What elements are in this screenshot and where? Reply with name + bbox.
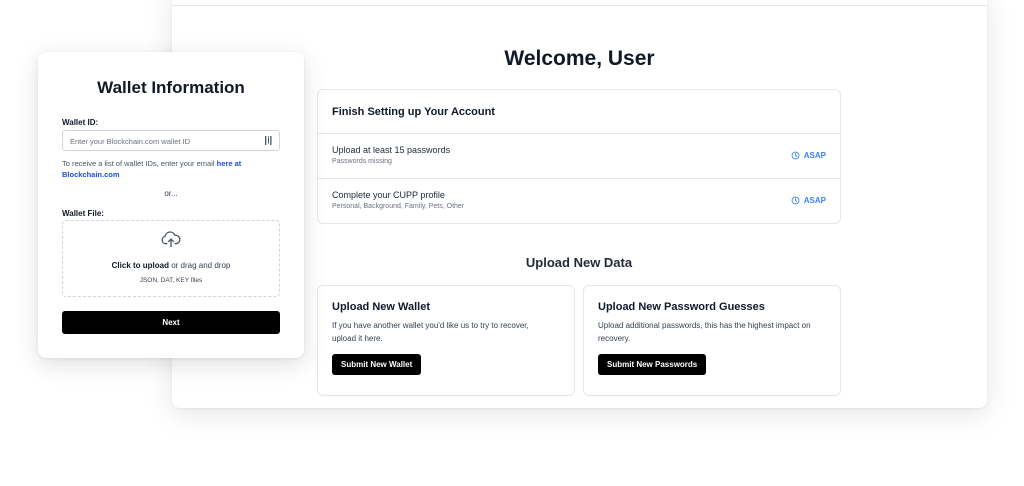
asap-badge[interactable]: ASAP <box>791 196 826 205</box>
clock-icon <box>791 151 800 160</box>
wallet-form-title: Wallet Information <box>97 78 245 97</box>
dropzone-formats: JSON, DAT, KEY files <box>139 277 203 284</box>
task-title: Complete your CUPP profile <box>332 190 445 200</box>
hint-text: To receive a list of wallet IDs, enter y… <box>62 159 217 168</box>
setup-task-passwords[interactable]: Upload at least 15 passwords Passwords m… <box>318 134 840 179</box>
wallet-id-input[interactable] <box>63 132 253 151</box>
click-to-upload-text[interactable]: Click to upload <box>112 261 169 270</box>
file-dropzone[interactable]: Click to upload or drag and drop JSON, D… <box>62 220 280 297</box>
setup-task-cupp[interactable]: Complete your CUPP profile Personal, Bac… <box>318 179 840 224</box>
wallet-id-hint: To receive a list of wallet IDs, enter y… <box>62 158 277 180</box>
wallet-id-field[interactable] <box>62 130 280 151</box>
setup-checklist-card: Finish Setting up Your Account Upload at… <box>317 89 841 224</box>
wallet-information-card: Wallet Information Wallet ID: To receive… <box>38 52 304 358</box>
upload-section-heading: Upload New Data <box>525 255 633 270</box>
next-button[interactable]: Next <box>62 311 280 334</box>
asap-badge[interactable]: ASAP <box>791 151 826 160</box>
dropzone-instruction: Click to upload or drag and drop <box>63 261 279 270</box>
scan-icon[interactable] <box>265 136 273 145</box>
submit-new-passwords-button[interactable]: Submit New Passwords <box>598 354 707 375</box>
header-divider <box>172 5 987 6</box>
submit-new-wallet-button[interactable]: Submit New Wallet <box>332 354 422 375</box>
setup-card-title: Finish Setting up Your Account <box>318 90 840 134</box>
drag-drop-text: or drag and drop <box>168 261 231 270</box>
task-subtitle: Personal, Background, Family, Pets, Othe… <box>332 203 465 210</box>
task-subtitle: Passwords missing <box>332 158 392 165</box>
task-title: Upload at least 15 passwords <box>332 145 451 155</box>
wallet-id-label: Wallet ID: <box>62 118 99 127</box>
card-title: Upload New Password Guesses <box>598 301 765 313</box>
card-description: Upload additional passwords, this has th… <box>598 321 811 343</box>
upload-passwords-card: Upload New Password Guesses Upload addit… <box>583 285 841 396</box>
card-title: Upload New Wallet <box>332 301 430 313</box>
card-description: If you have another wallet you'd like us… <box>332 321 529 343</box>
cloud-upload-icon <box>161 231 181 248</box>
or-separator: or... <box>164 189 178 198</box>
upload-wallet-card: Upload New Wallet If you have another wa… <box>317 285 575 396</box>
clock-icon <box>791 196 800 205</box>
asap-label: ASAP <box>803 196 826 205</box>
wallet-file-label: Wallet File: <box>62 209 104 218</box>
asap-label: ASAP <box>803 151 826 160</box>
